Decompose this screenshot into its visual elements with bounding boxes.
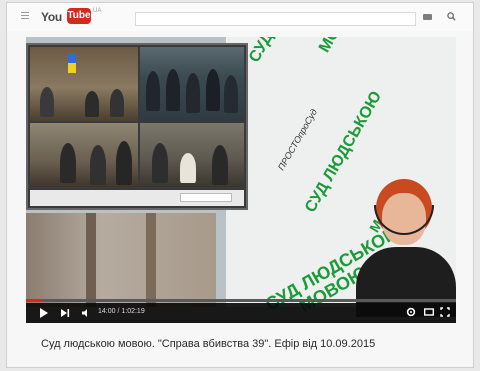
search-icon[interactable] [447, 12, 456, 21]
theater-icon[interactable] [424, 307, 434, 317]
logo-tube-text: Tube [67, 8, 91, 24]
time-display: 14:00 / 1:02:19 [98, 308, 145, 315]
fullscreen-icon[interactable] [440, 307, 450, 317]
banner-text: МОВОЮ [316, 37, 365, 56]
camera-view [30, 123, 138, 187]
camera-view [140, 47, 244, 121]
settings-icon[interactable] [406, 307, 416, 317]
monitor-screen [26, 43, 248, 210]
logo-you-text: You [41, 10, 62, 24]
keyboard-icon[interactable] [423, 14, 432, 20]
video-title[interactable]: Суд людською мовою. "Справа вбивства 39"… [41, 338, 375, 350]
camera-view [30, 47, 138, 121]
video-player[interactable]: СУД ЛЮДСЬКОЮ МОВОЮ СУД ЛЮДСЬКОЮ МОВОЮ СУ… [26, 37, 456, 323]
banner-text: СУД ЛЮДСЬКОЮ [246, 37, 330, 66]
logo-region-text: UA [93, 8, 102, 14]
monitor-toolbar [30, 190, 244, 206]
presenter [346, 175, 456, 317]
header: You Tube UA [7, 3, 473, 31]
progress-bar[interactable] [26, 299, 456, 302]
video-page: You Tube UA СУД ЛЮДСЬКОЮ МОВОЮ СУД ЛЮДСЬ… [6, 2, 474, 368]
flag [68, 53, 76, 73]
player-controls: 14:00 / 1:02:19 [26, 303, 456, 323]
search-input[interactable] [135, 12, 416, 26]
volume-icon[interactable] [82, 309, 92, 317]
play-icon[interactable] [40, 308, 48, 318]
camera-view [140, 123, 244, 187]
menu-icon[interactable] [21, 12, 29, 20]
next-icon[interactable] [60, 308, 70, 318]
banner-text: ПРОСТОпроСуд [276, 107, 320, 172]
courtroom-background [26, 213, 216, 307]
